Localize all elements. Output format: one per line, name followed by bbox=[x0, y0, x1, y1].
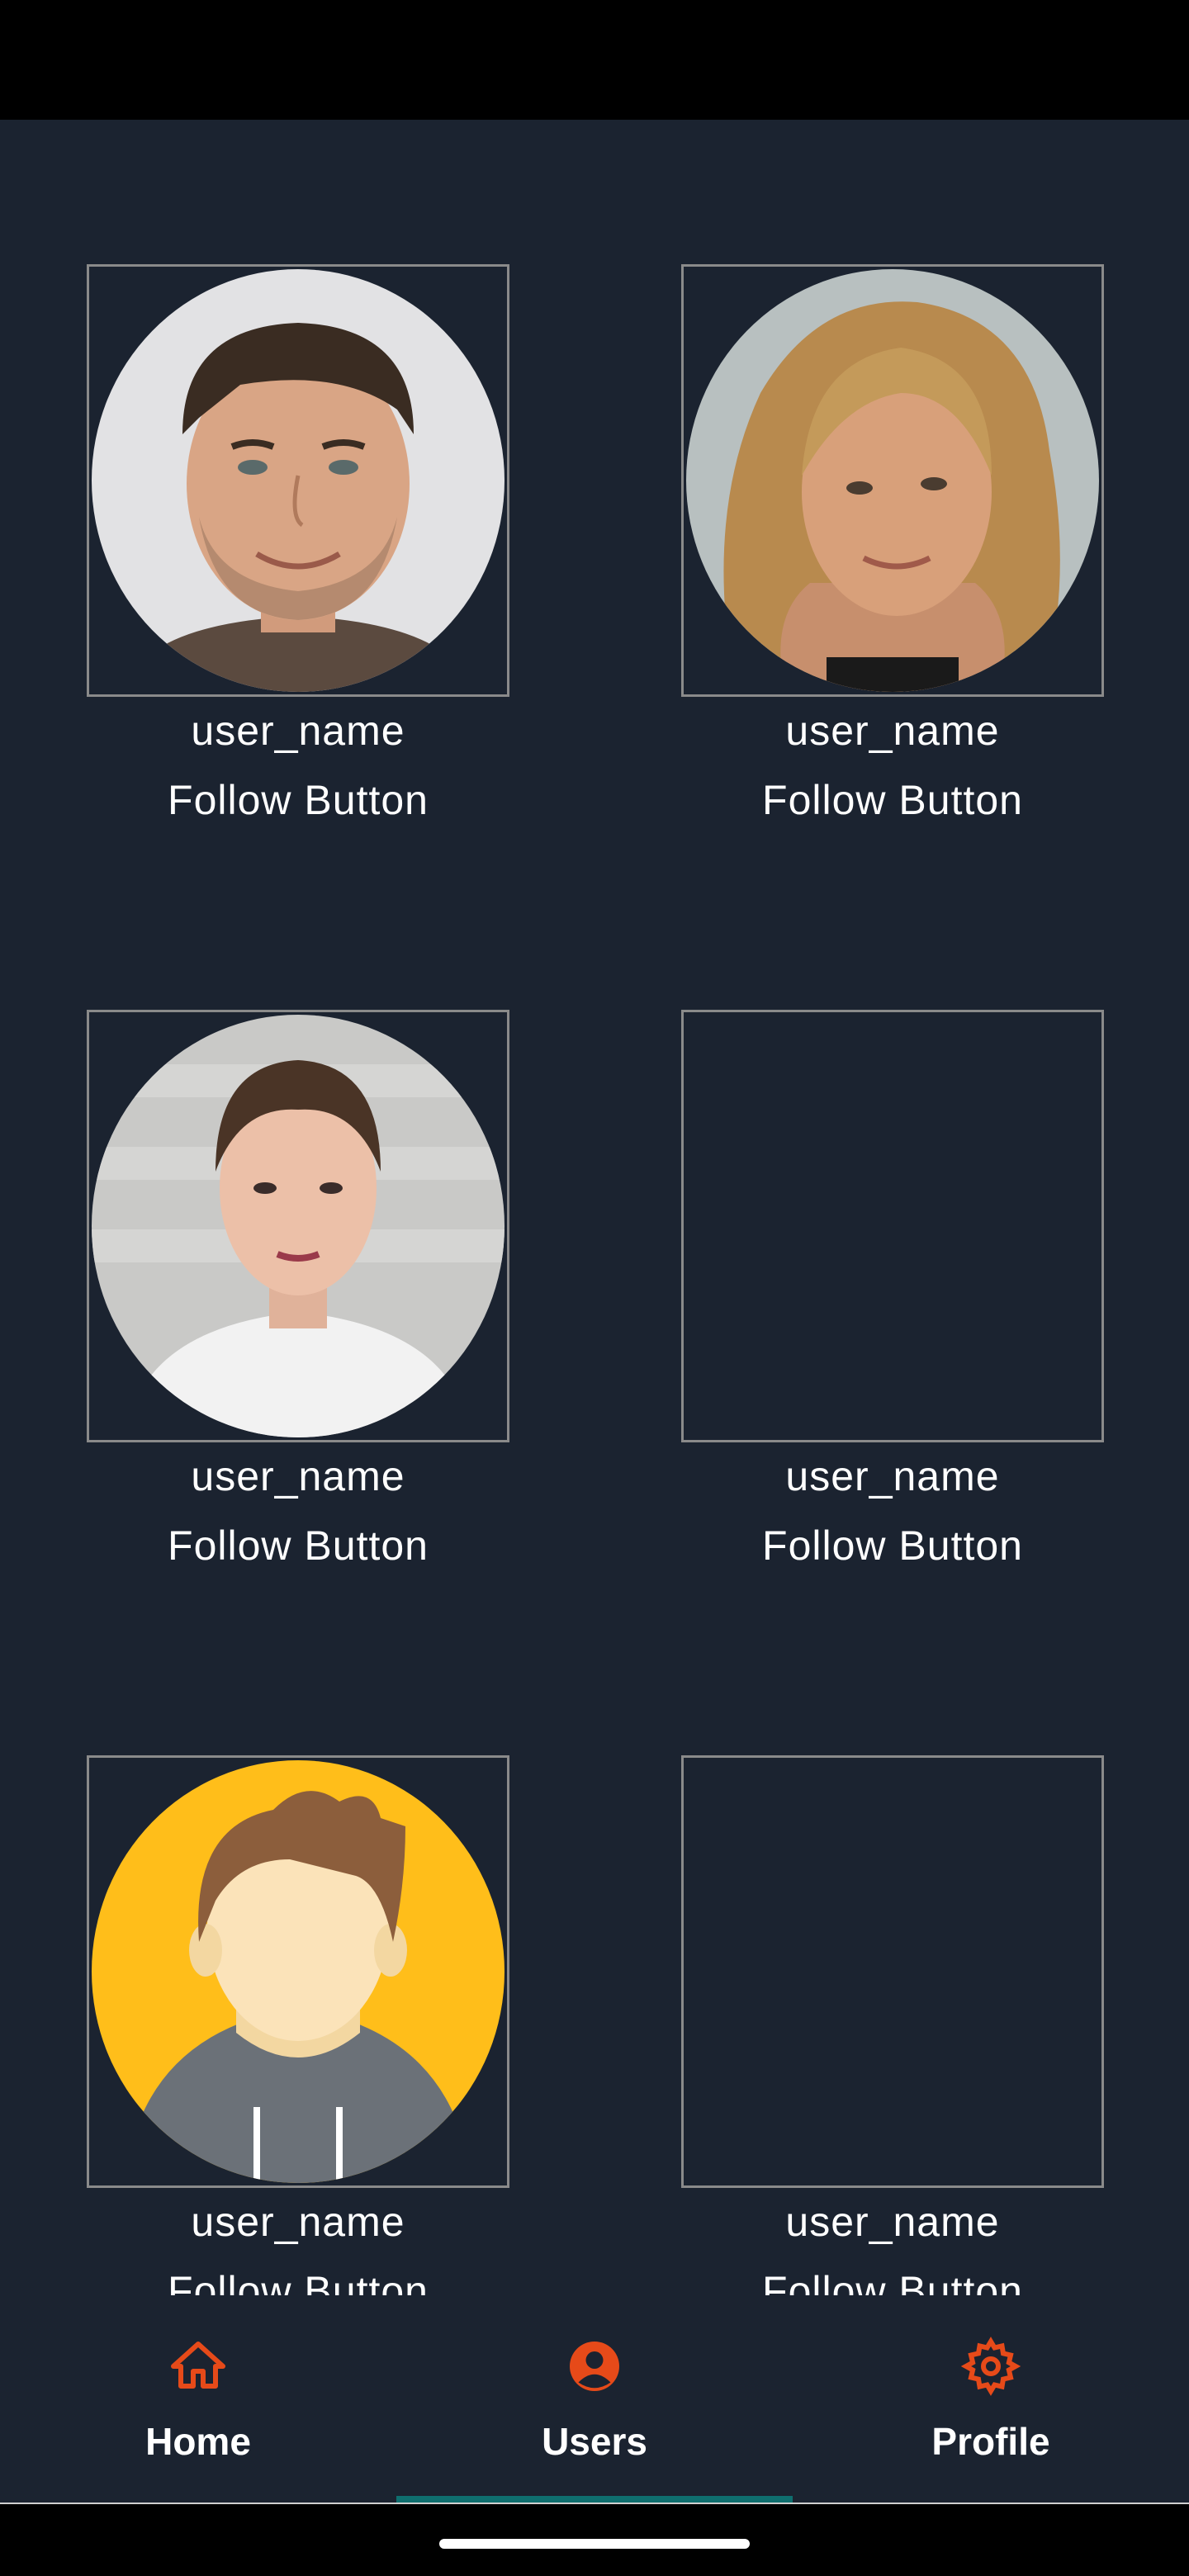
avatar bbox=[686, 269, 1099, 692]
follow-button[interactable]: Follow Button bbox=[87, 2267, 509, 2295]
user-name: user_name bbox=[785, 1453, 1000, 1499]
follow-button[interactable]: Follow Button bbox=[87, 776, 509, 824]
avatar bbox=[92, 1015, 504, 1437]
user-name: user_name bbox=[191, 708, 405, 754]
gesture-handle[interactable] bbox=[439, 2539, 750, 2549]
nav-item-home[interactable]: Home bbox=[0, 2295, 396, 2502]
users-grid[interactable]: user_name Follow Button user_name Follow… bbox=[0, 120, 1189, 2295]
avatar bbox=[92, 269, 504, 692]
nav-label-home: Home bbox=[145, 2420, 251, 2463]
woman-brunette-photo-icon bbox=[92, 1015, 504, 1437]
account-circle-icon bbox=[570, 2342, 619, 2391]
bottom-navigation: Home Users Profile bbox=[0, 2295, 1189, 2504]
user-name: user_name bbox=[785, 708, 1000, 754]
nav-item-users[interactable]: Users bbox=[396, 2295, 793, 2502]
gear-icon bbox=[961, 2337, 1021, 2396]
nav-label-profile: Profile bbox=[931, 2420, 1050, 2463]
system-navigation-bar bbox=[0, 2504, 1189, 2576]
avatar-frame[interactable] bbox=[87, 1755, 509, 2188]
avatar-frame[interactable] bbox=[87, 264, 509, 697]
status-bar bbox=[0, 0, 1189, 120]
follow-button[interactable]: Follow Button bbox=[87, 1522, 509, 1570]
avatar bbox=[92, 1760, 504, 2183]
user-name: user_name bbox=[191, 2199, 405, 2245]
user-name: user_name bbox=[191, 1453, 405, 1499]
avatar-frame[interactable] bbox=[681, 264, 1104, 697]
avatar-frame[interactable] bbox=[681, 1755, 1104, 2188]
avatar-frame[interactable] bbox=[87, 1010, 509, 1442]
home-icon bbox=[171, 2342, 225, 2389]
woman-blonde-photo-icon bbox=[686, 269, 1099, 692]
follow-button[interactable]: Follow Button bbox=[681, 776, 1104, 824]
nav-item-profile[interactable]: Profile bbox=[793, 2295, 1189, 2502]
nav-label-users: Users bbox=[542, 2420, 647, 2463]
cartoon-man-avatar-icon bbox=[92, 1760, 504, 2183]
follow-button[interactable]: Follow Button bbox=[681, 1522, 1104, 1570]
user-name: user_name bbox=[785, 2199, 1000, 2245]
follow-button[interactable]: Follow Button bbox=[681, 2267, 1104, 2295]
man-photo-icon bbox=[92, 269, 504, 692]
avatar-frame[interactable] bbox=[681, 1010, 1104, 1442]
